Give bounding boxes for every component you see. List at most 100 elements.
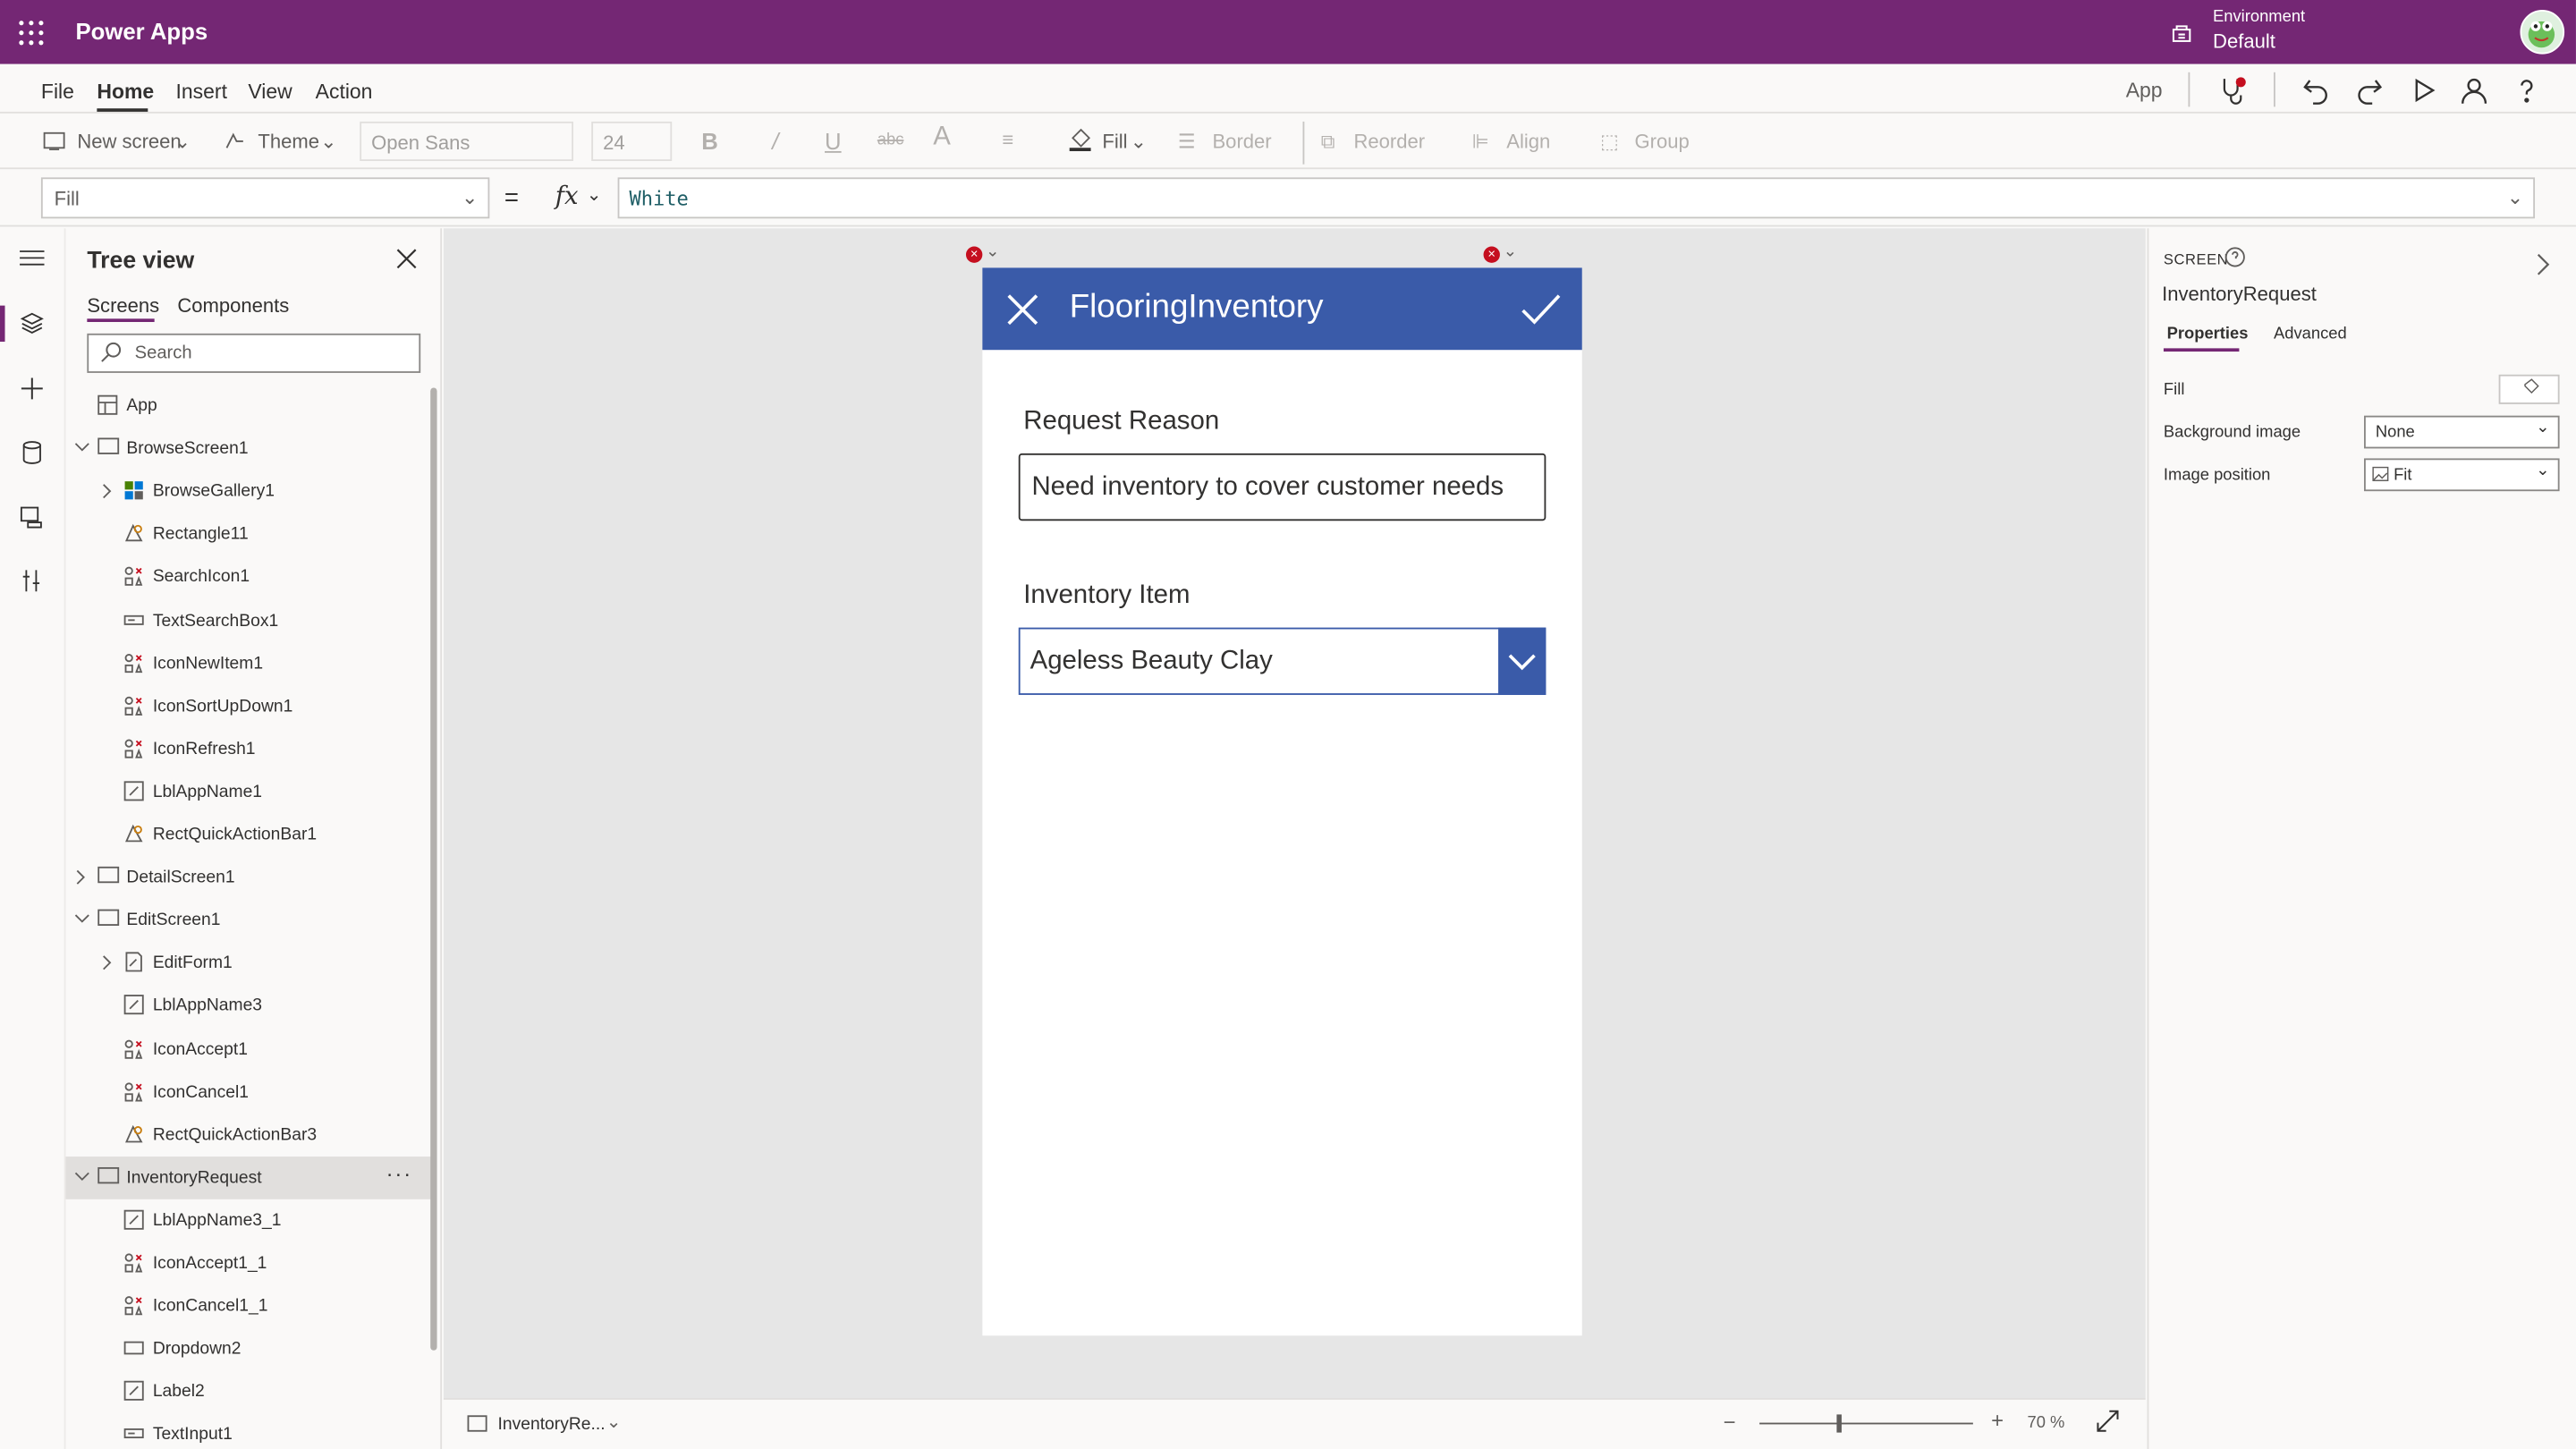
tree-item[interactable]: App: [65, 385, 435, 428]
fill-color-picker[interactable]: [2498, 374, 2560, 404]
tree-item[interactable]: Rectangle11: [65, 513, 435, 555]
background-image-select[interactable]: None ⌄: [2364, 415, 2560, 449]
brand-title[interactable]: Power Apps: [75, 18, 208, 44]
screen-selector[interactable]: InventoryRe...: [498, 1414, 606, 1434]
chevron-down-icon[interactable]: ⌄: [320, 130, 336, 153]
tree-item[interactable]: SearchIcon1: [65, 555, 435, 598]
tree-search-input[interactable]: Search: [87, 333, 421, 373]
info-icon[interactable]: [2224, 247, 2246, 268]
tree-item[interactable]: InventoryRequest ···: [65, 1157, 436, 1199]
font-color-icon[interactable]: A: [933, 123, 951, 153]
request-reason-label[interactable]: Request Reason: [1023, 408, 1219, 437]
chevron-down-icon[interactable]: ⌄: [2507, 186, 2523, 209]
image-position-select[interactable]: Fit ⌄: [2364, 458, 2560, 492]
chevron-right-icon[interactable]: [100, 483, 116, 499]
tab-screens[interactable]: Screens: [87, 294, 159, 318]
undo-icon[interactable]: [2300, 74, 2333, 107]
avatar[interactable]: [2520, 10, 2565, 55]
tree-item[interactable]: LblAppName1: [65, 770, 435, 813]
menu-view[interactable]: View: [248, 80, 292, 104]
tree-item[interactable]: DetailScreen1: [65, 856, 435, 899]
tree-item[interactable]: IconSortUpDown1: [65, 685, 435, 728]
fx-button[interactable]: fx: [555, 181, 579, 210]
tree-item[interactable]: TextInput1: [65, 1413, 435, 1449]
chevron-down-icon[interactable]: [74, 911, 90, 928]
zoom-in-icon[interactable]: +: [1991, 1408, 2004, 1433]
reorder-button[interactable]: Reorder: [1353, 130, 1425, 153]
app-title-label[interactable]: FlooringInventory: [1070, 289, 1324, 326]
tree-item[interactable]: BrowseGallery1: [65, 470, 435, 513]
border-icon[interactable]: ☰: [1178, 130, 1196, 153]
tree-item[interactable]: LblAppName3_1: [65, 1199, 435, 1242]
zoom-slider[interactable]: [1759, 1422, 1973, 1425]
app-launcher-icon[interactable]: [18, 20, 44, 46]
chevron-down-icon[interactable]: ⌄: [606, 1411, 622, 1433]
reorder-icon[interactable]: ⧉: [1321, 130, 1335, 155]
chevron-down-icon[interactable]: ⌄: [174, 130, 191, 153]
tab-components[interactable]: Components: [177, 294, 289, 318]
tree-scrollbar[interactable]: [430, 387, 437, 1351]
share-user-icon[interactable]: [2458, 74, 2491, 107]
environment-icon[interactable]: [2168, 20, 2194, 46]
bold-icon[interactable]: B: [701, 128, 718, 154]
close-icon[interactable]: [396, 248, 418, 269]
tree-item[interactable]: Label2: [65, 1370, 435, 1413]
tree-item[interactable]: IconCancel1: [65, 1072, 435, 1114]
play-icon[interactable]: [2407, 74, 2440, 107]
app-checker-icon[interactable]: [2216, 74, 2250, 107]
redo-icon[interactable]: [2352, 74, 2385, 107]
control-name[interactable]: InventoryRequest: [2162, 283, 2317, 306]
fill-icon[interactable]: [1068, 126, 1093, 151]
tree-item[interactable]: IconAccept1: [65, 1029, 435, 1072]
underline-icon[interactable]: U: [825, 128, 842, 154]
insert-plus-icon[interactable]: [20, 377, 45, 402]
chevron-down-icon[interactable]: ⌄: [587, 184, 602, 206]
environment-value[interactable]: Default: [2213, 30, 2275, 53]
font-family-select[interactable]: Open Sans: [360, 121, 574, 161]
tree-item[interactable]: IconRefresh1: [65, 728, 435, 771]
menu-insert[interactable]: Insert: [176, 80, 227, 104]
text-align-icon[interactable]: ≡: [1002, 128, 1013, 151]
tree-item[interactable]: RectQuickActionBar1: [65, 813, 435, 856]
zoom-out-icon[interactable]: −: [1724, 1410, 1736, 1435]
help-icon[interactable]: [2510, 74, 2543, 107]
menu-file[interactable]: File: [41, 80, 74, 104]
font-size-select[interactable]: 24: [591, 121, 673, 161]
formula-input[interactable]: White ⌄: [617, 177, 2536, 219]
media-icon[interactable]: [20, 504, 45, 530]
tree-view-icon[interactable]: [20, 310, 45, 335]
accept-check-icon[interactable]: [1520, 291, 1563, 326]
error-icon[interactable]: ×: [1483, 246, 1500, 263]
chevron-right-icon[interactable]: [100, 954, 116, 970]
tree-item[interactable]: Dropdown2: [65, 1327, 435, 1370]
menu-home[interactable]: Home: [97, 80, 154, 104]
advanced-tools-icon[interactable]: [20, 568, 45, 593]
chevron-down-icon[interactable]: ⌄: [986, 243, 999, 261]
tree-item[interactable]: EditScreen1: [65, 899, 435, 942]
theme-icon[interactable]: [224, 131, 247, 151]
tree-item[interactable]: EditForm1: [65, 941, 435, 984]
chevron-down-icon[interactable]: [74, 1170, 90, 1186]
tab-properties[interactable]: Properties: [2167, 326, 2249, 343]
tab-advanced[interactable]: Advanced: [2274, 326, 2347, 343]
hamburger-icon[interactable]: [20, 248, 45, 267]
border-button[interactable]: Border: [1212, 130, 1271, 153]
new-screen-icon[interactable]: [43, 131, 66, 151]
tree-item[interactable]: IconAccept1_1: [65, 1242, 435, 1285]
chevron-down-icon[interactable]: ⌄: [1131, 130, 1147, 153]
data-icon[interactable]: [20, 440, 45, 465]
tree-item[interactable]: IconCancel1_1: [65, 1284, 435, 1327]
tree-item[interactable]: RectQuickActionBar3: [65, 1114, 435, 1157]
italic-icon[interactable]: /: [772, 128, 778, 154]
group-button[interactable]: Group: [1635, 130, 1690, 153]
menu-action[interactable]: Action: [316, 80, 373, 104]
strikethrough-icon[interactable]: abc: [877, 131, 904, 149]
inventory-item-dropdown[interactable]: Ageless Beauty Clay: [1018, 627, 1546, 695]
align-icon[interactable]: ⊫: [1472, 130, 1489, 153]
app-settings-link[interactable]: App: [2126, 79, 2163, 102]
fill-button[interactable]: Fill: [1102, 130, 1127, 153]
tree-item[interactable]: BrowseScreen1: [65, 428, 435, 470]
more-options-icon[interactable]: ···: [386, 1162, 412, 1187]
chevron-right-icon[interactable]: [74, 869, 90, 886]
tree-item[interactable]: TextSearchBox1: [65, 599, 435, 642]
